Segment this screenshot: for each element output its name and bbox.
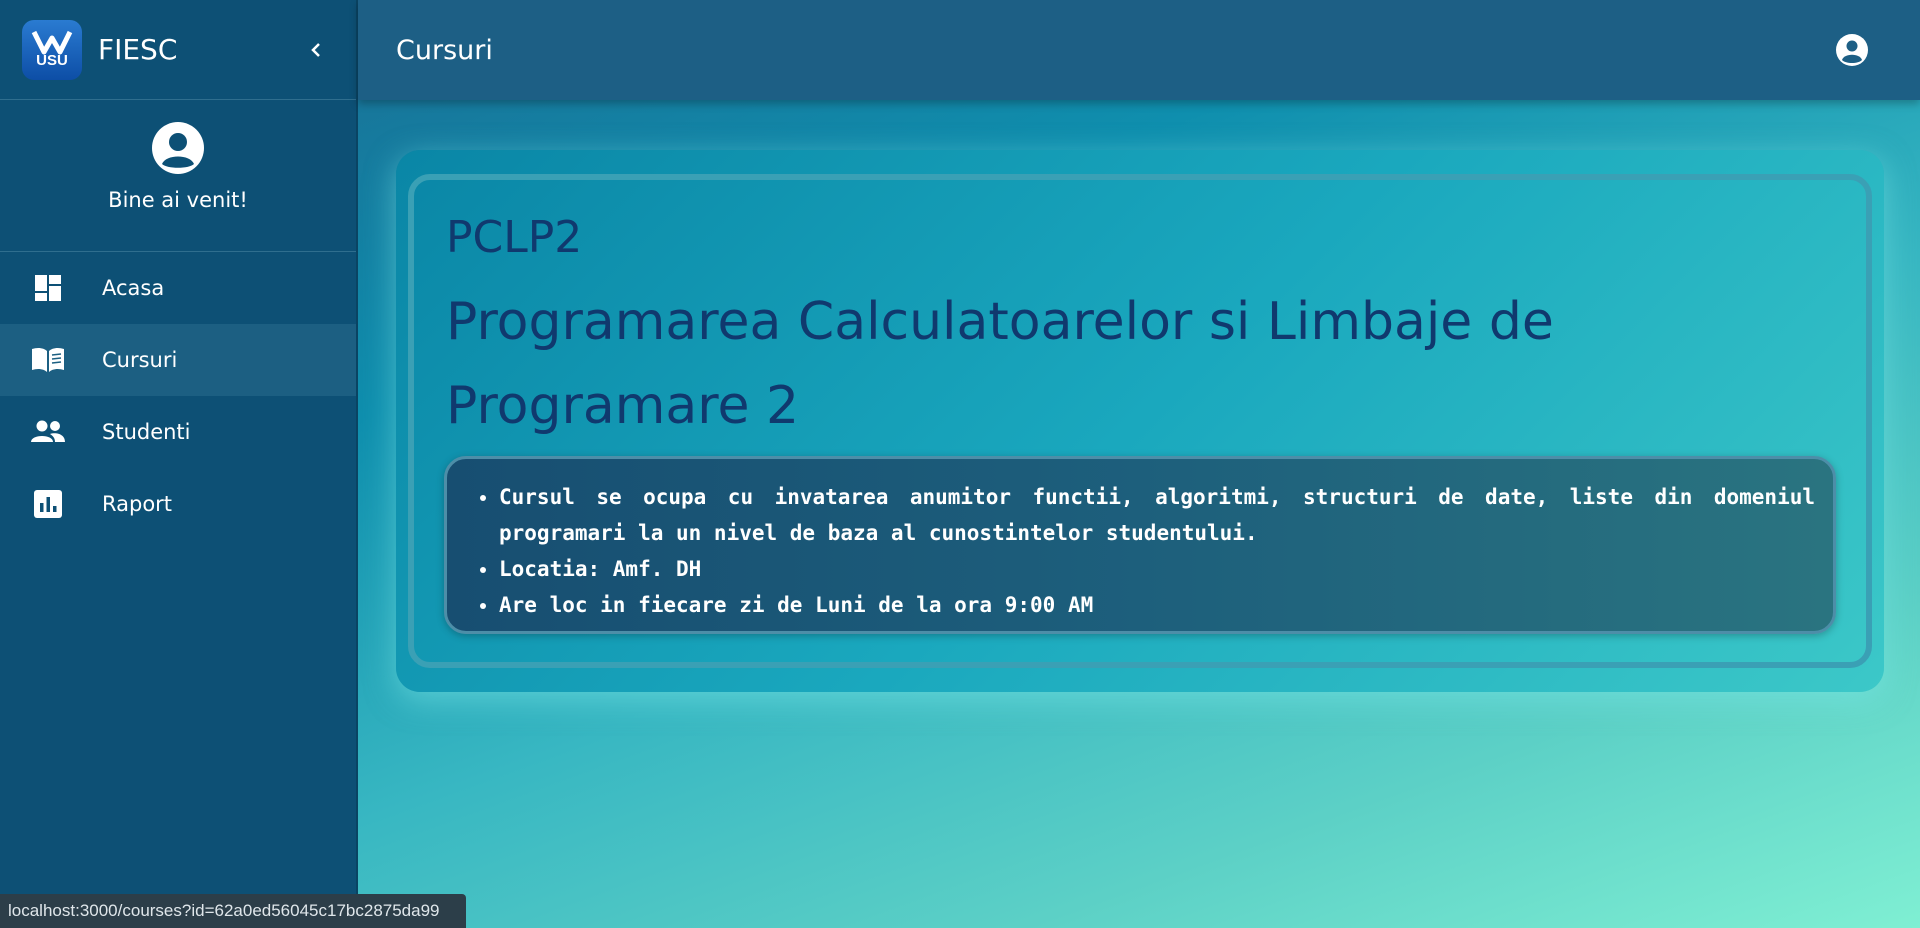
bar-chart-icon: [30, 486, 66, 522]
people-icon: [30, 414, 66, 450]
sidebar-item-studenti[interactable]: Studenti: [0, 396, 356, 468]
course-card: PCLP2 Programarea Calculatoarelor si Lim…: [396, 150, 1884, 692]
welcome-panel: Bine ai venit!: [0, 100, 356, 252]
collapse-sidebar-button[interactable]: [302, 36, 330, 64]
sidebar-item-label: Cursuri: [102, 348, 178, 372]
course-name: Programarea Calculatoarelor si Limbaje d…: [446, 292, 1554, 436]
list-item: Locatia: Amf. DH: [499, 551, 1815, 587]
book-open-icon: [30, 342, 66, 378]
sidebar-item-label: Acasa: [102, 276, 165, 300]
browser-status-bar: localhost:3000/courses?id=62a0ed56045c17…: [0, 894, 466, 928]
sidebar: USU FIESC Bine ai venit! Acasa Cursuri S…: [0, 0, 358, 928]
course-code: PCLP2: [446, 212, 583, 263]
welcome-text: Bine ai venit!: [108, 188, 248, 212]
brand-name: FIESC: [98, 33, 178, 66]
sidebar-item-acasa[interactable]: Acasa: [0, 252, 356, 324]
sidebar-item-cursuri[interactable]: Cursuri: [0, 324, 356, 396]
top-bar: Cursuri: [358, 0, 1920, 100]
list-item: Are loc in fiecare zi de Luni de la ora …: [499, 587, 1815, 623]
sidebar-item-raport[interactable]: Raport: [0, 468, 356, 540]
usv-logo[interactable]: USU: [22, 19, 82, 80]
list-item: Cursul se ocupa cu invatarea anumitor fu…: [499, 479, 1815, 551]
account-circle-icon: [1836, 34, 1868, 66]
course-details-box: Cursul se ocupa cu invatarea anumitor fu…: [444, 456, 1836, 634]
course-card-inner: PCLP2 Programarea Calculatoarelor si Lim…: [408, 174, 1872, 668]
course-details-list: Cursul se ocupa cu invatarea anumitor fu…: [499, 479, 1815, 623]
chevron-left-icon: [311, 43, 320, 57]
user-avatar-icon: [152, 122, 204, 174]
sidebar-item-label: Studenti: [102, 420, 191, 444]
dashboard-icon: [30, 270, 66, 306]
main-content: Cursuri PCLP2 Programarea Calculatoarelo…: [358, 0, 1920, 928]
account-button[interactable]: [1834, 32, 1870, 68]
page-title: Cursuri: [396, 34, 493, 66]
logo-text: USU: [36, 52, 68, 69]
sidebar-item-label: Raport: [102, 492, 173, 516]
